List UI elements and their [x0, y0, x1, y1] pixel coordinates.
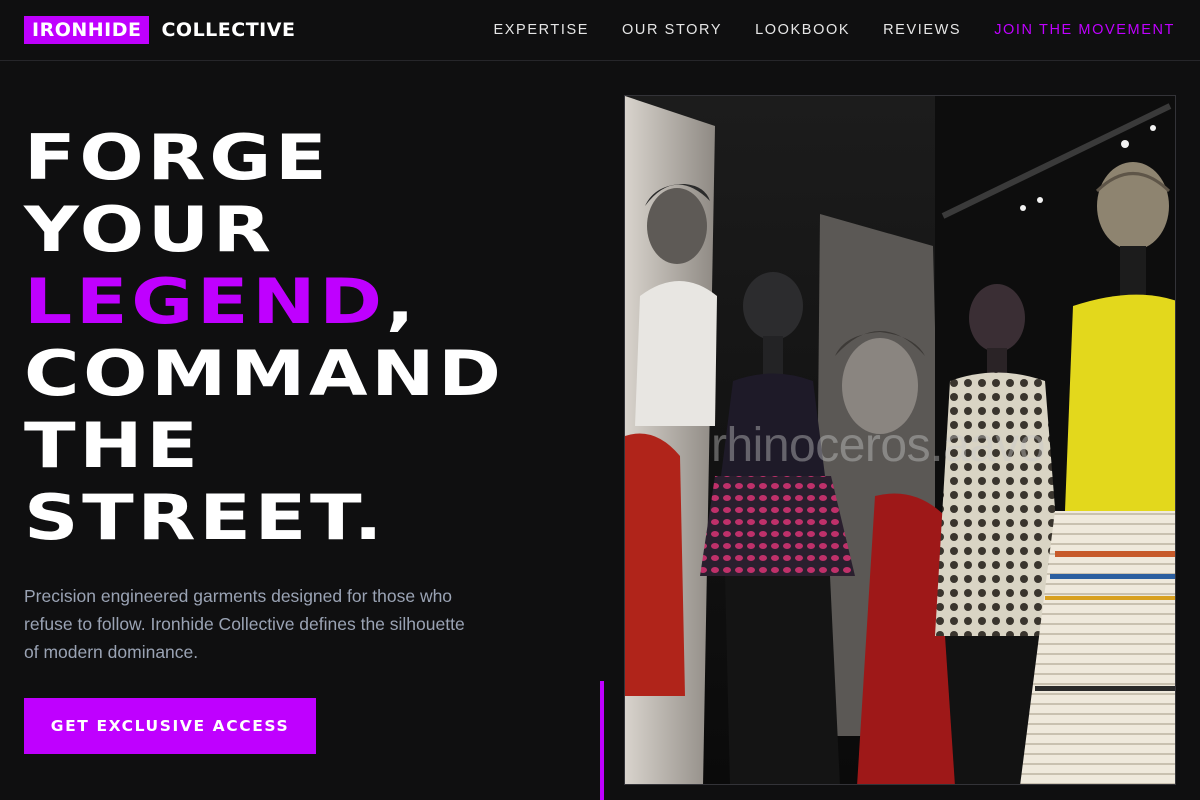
headline-line-4: COMMAND	[24, 337, 505, 410]
headline-line-1: FORGE	[24, 121, 331, 194]
top-navigation-bar: IRONHIDE COLLECTIVE EXPERTISE OUR STORY …	[0, 0, 1200, 61]
headline-line-5: THE	[24, 409, 202, 482]
headline-highlight-word: LEGEND	[24, 265, 386, 338]
get-exclusive-access-button[interactable]: GET EXCLUSIVE ACCESS	[24, 698, 316, 754]
headline-comma: ,	[385, 265, 419, 338]
headline-line-2: YOUR	[24, 193, 275, 266]
main-nav: EXPERTISE OUR STORY LOOKBOOK REVIEWS JOI…	[461, 20, 1176, 40]
hero-headline: FORGE YOUR LEGEND, COMMAND THE STREET.	[24, 122, 707, 554]
accent-divider-bar	[600, 681, 604, 800]
image-watermark: rhinoceros.aavo	[711, 419, 1046, 472]
headline-line-3: LEGEND,	[24, 266, 707, 338]
hero-fashion-photo: rhinoceros.aavo	[624, 95, 1176, 785]
hero-description: Precision engineered garments designed f…	[24, 586, 465, 662]
headline-line-6: STREET.	[24, 481, 387, 554]
brand-logo-highlight: IRONHIDE	[24, 15, 150, 44]
brand-logo-text: COLLECTIVE	[161, 18, 296, 41]
nav-link-lookbook[interactable]: LOOKBOOK	[755, 20, 850, 40]
nav-link-expertise[interactable]: EXPERTISE	[494, 20, 590, 40]
nav-link-reviews[interactable]: REVIEWS	[883, 20, 961, 40]
nav-link-join-the-movement[interactable]: JOIN THE MOVEMENT	[994, 20, 1175, 40]
brand-logo[interactable]: IRONHIDE COLLECTIVE	[24, 15, 295, 44]
nav-link-our-story[interactable]: OUR STORY	[622, 20, 722, 40]
